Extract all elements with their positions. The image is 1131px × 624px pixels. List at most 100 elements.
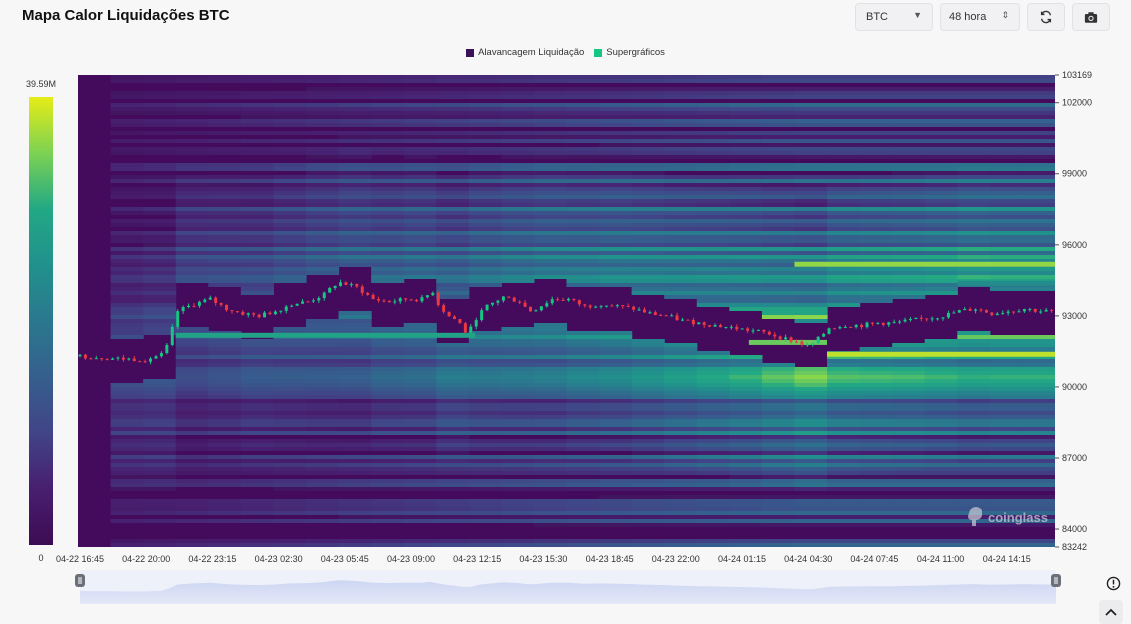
heatmap-cell <box>403 427 437 431</box>
heatmap-cell <box>924 123 958 127</box>
heatmap-cell <box>371 483 405 487</box>
heatmap-cell <box>664 203 698 207</box>
heatmap-cell <box>827 495 861 499</box>
heatmap-cell <box>989 463 1024 467</box>
heatmap-cell <box>1022 167 1055 171</box>
heatmap-cell <box>989 239 1024 243</box>
heatmap-cell <box>143 175 177 179</box>
heatmap-cell <box>436 211 470 215</box>
navigator-handle-left[interactable] <box>75 574 85 587</box>
heatmap-cell <box>110 275 144 279</box>
heatmap-cell <box>989 335 1024 339</box>
heatmap-cell <box>599 387 633 391</box>
heatmap-cell <box>175 383 209 387</box>
heatmap-cell <box>761 211 796 215</box>
heatmap-cell <box>729 539 763 543</box>
heatmap-cell <box>175 239 209 243</box>
heatmap-cell <box>371 431 405 435</box>
heatmap-cell <box>371 419 405 423</box>
heatmap-cell <box>859 119 893 123</box>
heatmap-cell <box>859 287 893 291</box>
heatmap-cell <box>338 183 372 187</box>
collapse-button[interactable] <box>1099 600 1123 624</box>
candle-body <box>914 317 918 320</box>
heatmap-cell <box>110 419 144 423</box>
heatmap-cell <box>240 219 274 223</box>
candle-body <box>1022 309 1026 312</box>
heatmap-cell <box>436 431 470 435</box>
heatmap-cell <box>696 175 730 179</box>
heatmap-cell <box>761 95 796 99</box>
heatmap-cell <box>436 259 470 263</box>
x-tick-label: 04-23 22:00 <box>652 554 700 564</box>
heatmap-cell <box>338 427 372 431</box>
candle-body <box>268 312 272 315</box>
heatmap-cell <box>599 171 633 175</box>
heatmap-cell <box>761 459 796 463</box>
range-navigator[interactable] <box>75 570 1061 604</box>
heatmap-cell <box>924 235 958 239</box>
heatmap-cell <box>208 211 242 215</box>
heatmap-cell <box>403 119 437 123</box>
liquidation-heatmap-chart[interactable]: 39.59M 0 1031691020009900096000930009000… <box>0 0 1131 621</box>
heatmap-cell <box>110 271 144 275</box>
heatmap-cell <box>566 447 600 451</box>
heatmap-cell <box>696 215 730 219</box>
heatmap-cell <box>501 399 535 403</box>
heatmap-cell <box>1022 443 1055 447</box>
heatmap-cell <box>175 467 209 471</box>
heatmap-cell <box>664 211 698 215</box>
heatmap-cell <box>827 523 861 527</box>
info-button[interactable] <box>1101 571 1125 595</box>
heatmap-cell <box>1022 271 1055 275</box>
heatmap-cell <box>599 231 633 235</box>
heatmap-cell <box>924 171 958 175</box>
heatmap-plot-area[interactable] <box>78 75 1056 547</box>
heatmap-cell <box>436 543 470 547</box>
heatmap-cell <box>208 259 242 263</box>
heatmap-cell <box>208 275 242 279</box>
heatmap-cell <box>631 219 665 223</box>
heatmap-cell <box>989 203 1024 207</box>
heatmap-cell <box>761 371 796 375</box>
heatmap-cell <box>761 415 796 419</box>
heatmap-cell <box>631 463 665 467</box>
heatmap-cell <box>403 411 437 415</box>
heatmap-cell <box>175 483 209 487</box>
candle-body <box>561 299 565 301</box>
heatmap-cell <box>273 419 307 423</box>
heatmap-cell <box>729 403 763 407</box>
heatmap-cell <box>859 275 893 279</box>
heatmap-cell <box>175 363 209 367</box>
heatmap-cell <box>696 271 730 275</box>
heatmap-cell <box>794 415 828 419</box>
heatmap-cell <box>696 151 730 155</box>
heatmap-cell <box>859 199 893 203</box>
heatmap-cell <box>957 463 991 467</box>
heatmap-cell <box>208 403 242 407</box>
heatmap-cell <box>859 243 893 247</box>
heatmap-cell <box>729 91 763 95</box>
heatmap-cell <box>827 399 861 403</box>
heatmap-cell <box>468 79 502 83</box>
heatmap-cell <box>110 263 144 267</box>
heatmap-cell <box>208 439 242 443</box>
heatmap-cell <box>305 239 340 243</box>
heatmap-cell <box>761 367 796 371</box>
heatmap-cell <box>1022 463 1055 467</box>
heatmap-cell <box>892 467 926 471</box>
heatmap-cell <box>110 335 144 339</box>
heatmap-cell <box>924 135 958 139</box>
heatmap-cell <box>599 191 633 195</box>
heatmap-cell <box>208 151 242 155</box>
heatmap-cell <box>501 511 535 515</box>
heatmap-cell <box>761 199 796 203</box>
candle-body <box>1050 309 1054 311</box>
heatmap-cell <box>110 151 144 155</box>
heatmap-cell <box>989 479 1024 483</box>
heatmap-cell <box>924 539 958 543</box>
heatmap-cell <box>599 343 633 347</box>
heatmap-cell <box>208 203 242 207</box>
heatmap-cell <box>696 487 730 491</box>
navigator-handle-right[interactable] <box>1051 574 1061 587</box>
